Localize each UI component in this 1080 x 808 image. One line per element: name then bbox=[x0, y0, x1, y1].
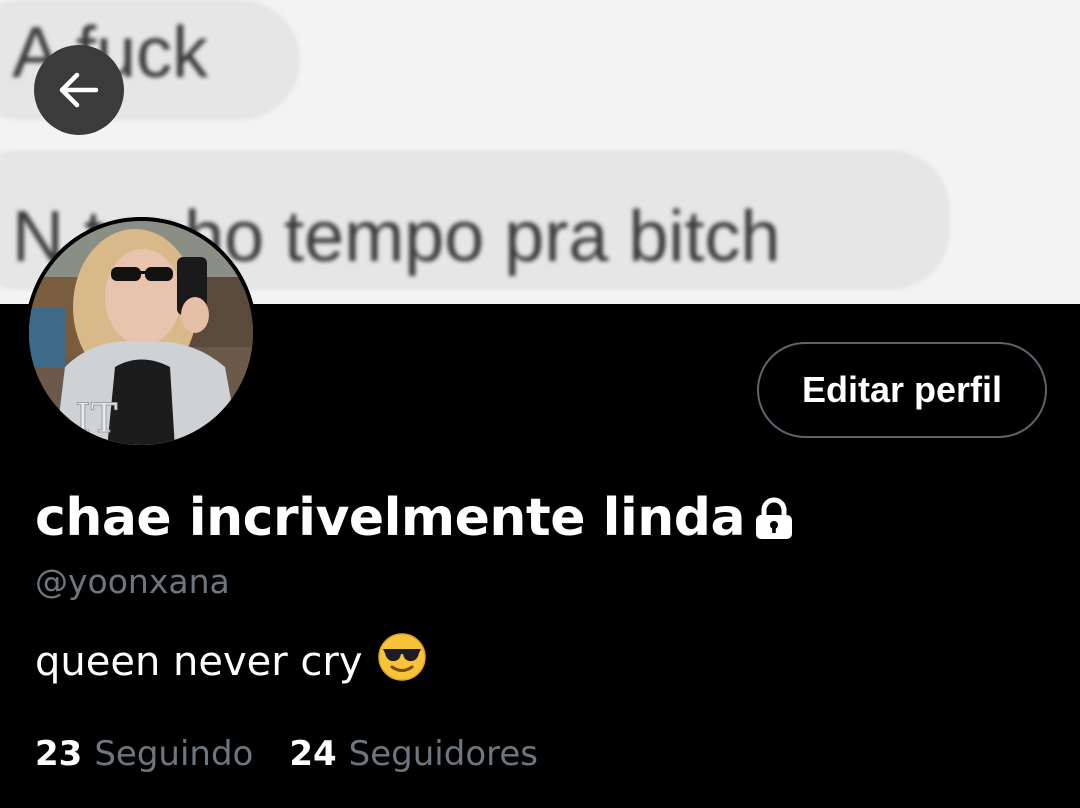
following-stat[interactable]: 23 Seguindo bbox=[35, 734, 253, 774]
followers-stat[interactable]: 24 Seguidores bbox=[289, 734, 538, 774]
following-label: Seguindo bbox=[94, 734, 254, 774]
back-button[interactable] bbox=[34, 45, 124, 135]
bio-text: queen never cry bbox=[35, 639, 363, 685]
smiling-face-with-sunglasses-icon bbox=[377, 632, 427, 692]
followers-count: 24 bbox=[289, 734, 337, 774]
lock-icon bbox=[753, 497, 795, 545]
following-count: 23 bbox=[35, 734, 83, 774]
svg-text:IT: IT bbox=[75, 396, 118, 442]
profile-name-row: chae incrivelmente linda bbox=[35, 488, 795, 548]
avatar-image: IT bbox=[25, 217, 257, 449]
profile-stats: 23 Seguindo 24 Seguidores bbox=[35, 734, 574, 774]
profile-bio: queen never cry bbox=[35, 632, 427, 692]
arrow-left-icon bbox=[59, 72, 99, 108]
avatar[interactable]: IT bbox=[25, 217, 257, 449]
followers-label: Seguidores bbox=[348, 734, 538, 774]
display-name: chae incrivelmente linda bbox=[35, 488, 746, 548]
edit-profile-button[interactable]: Editar perfil bbox=[757, 342, 1047, 438]
profile-handle: @yoonxana bbox=[35, 562, 230, 601]
